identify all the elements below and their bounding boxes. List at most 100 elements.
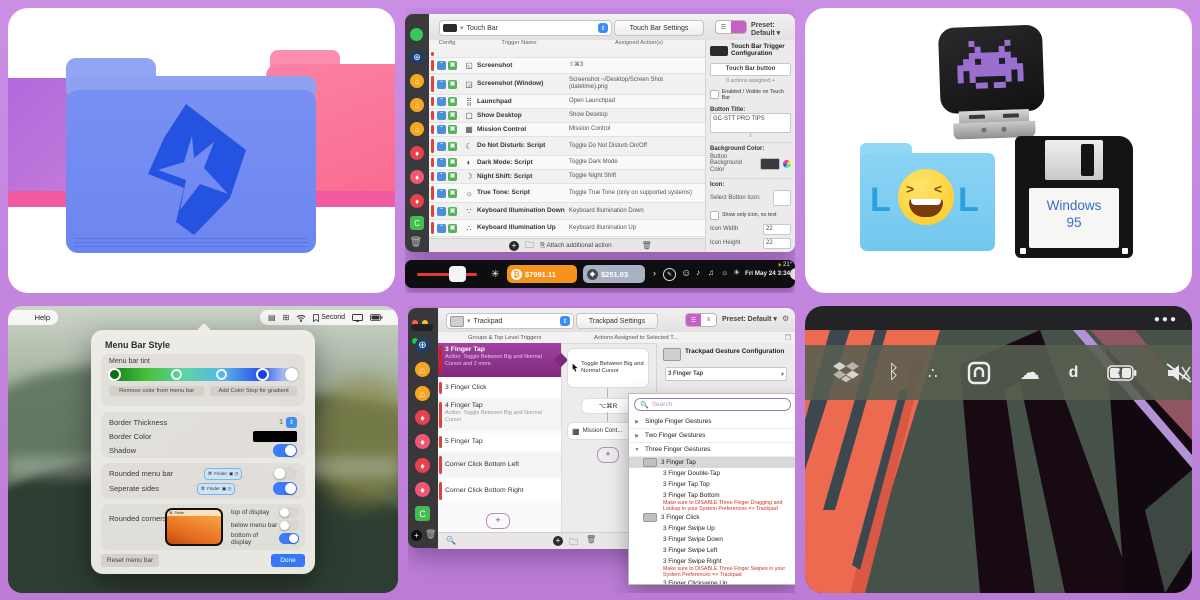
- border-thickness-stepper[interactable]: ⇕: [286, 417, 297, 428]
- color-stop[interactable]: [285, 368, 298, 381]
- disclosure-icon[interactable]: ▶: [629, 433, 645, 439]
- sidebar-home-icon[interactable]: ⌂: [415, 386, 430, 401]
- table-row[interactable]: ⌃▣⣿LaunchpadOpen Launchpad: [429, 95, 705, 109]
- table-row[interactable]: ⌃▣☾Do Not Disturb: ScriptToggle Do Not D…: [429, 137, 705, 156]
- add-trigger-button[interactable]: +: [509, 241, 519, 251]
- ethereum-price-widget[interactable]: ◆ $251.03: [583, 265, 645, 283]
- battery-icon[interactable]: [370, 314, 383, 321]
- list-view-segment[interactable]: ☰: [686, 314, 701, 326]
- gesture-item[interactable]: 3 Finger Swipe Right: [629, 556, 795, 566]
- bartender-second-item[interactable]: Second: [313, 314, 345, 322]
- list-view-segment[interactable]: ☰: [716, 21, 731, 33]
- clock-widget[interactable]: Fri May 24 3:34 PM: [745, 270, 795, 277]
- folder-icon[interactable]: 🗀: [569, 535, 578, 551]
- menubar-help-item[interactable]: Help: [8, 310, 58, 325]
- gesture-item[interactable]: 3 Finger Swipe Left: [629, 545, 795, 556]
- wifi-icon[interactable]: [296, 314, 306, 322]
- icon-width-input[interactable]: 22: [763, 224, 791, 235]
- slider-track[interactable]: [417, 273, 477, 276]
- volume-muted-icon[interactable]: [1166, 363, 1192, 383]
- table-row[interactable]: ⌃▣◱Screenshot⇧⌘3: [429, 58, 705, 74]
- gesture-item[interactable]: 3 Finger Swipe Down: [629, 534, 795, 545]
- sidebar-clips-icon[interactable]: C: [410, 216, 424, 230]
- color-stop[interactable]: [216, 369, 227, 380]
- sidebar-home-icon[interactable]: ⌂: [410, 122, 424, 136]
- sidebar-clips-icon[interactable]: C: [415, 506, 430, 521]
- done-button[interactable]: Done: [271, 554, 305, 567]
- sidebar-add-button[interactable]: +: [411, 530, 422, 541]
- brightness-icon[interactable]: ✳: [491, 269, 499, 280]
- gesture-item[interactable]: 3 Finger Click: [629, 512, 795, 523]
- cloud-icon[interactable]: ☁: [1020, 360, 1040, 385]
- trigger-type-field[interactable]: Touch Bar button: [710, 63, 791, 76]
- trigger-row-selected[interactable]: 3 Finger Tap Action: Toggle Between Big …: [438, 343, 561, 377]
- config-badge[interactable]: ▣: [448, 111, 457, 120]
- disclosure-icon[interactable]: ▼: [629, 447, 645, 453]
- sidebar-flame-icon[interactable]: ♦: [410, 170, 424, 184]
- compose-icon[interactable]: ✎: [663, 268, 676, 281]
- below-menu-bar-toggle[interactable]: [279, 520, 299, 531]
- delete-trigger-icon[interactable]: 🗑: [642, 241, 652, 250]
- grid-view-segment[interactable]: [731, 21, 746, 33]
- config-badge[interactable]: ⌃: [437, 172, 446, 181]
- battery-charging-icon[interactable]: [1107, 365, 1137, 381]
- trackpad-settings-button[interactable]: Trackpad Settings: [576, 313, 658, 329]
- show-only-icon-checkbox[interactable]: [710, 211, 719, 220]
- config-badge[interactable]: ⌃: [437, 224, 446, 233]
- touchbar-settings-button[interactable]: Touch Bar Settings: [614, 20, 704, 36]
- window-grid-icon[interactable]: ⊞: [283, 313, 290, 322]
- gesture-group[interactable]: ▶Single Finger Gestures: [629, 415, 795, 429]
- color-stop[interactable]: [171, 369, 182, 380]
- keyboard-brightness-icon[interactable]: ∴: [928, 364, 939, 382]
- add-action-pill[interactable]: +: [597, 447, 619, 463]
- border-color-swatch[interactable]: [253, 431, 297, 442]
- icon-height-input[interactable]: 22: [763, 238, 791, 249]
- trash-icon[interactable]: 🗑: [586, 535, 596, 544]
- gesture-item[interactable]: 3 Finger Tap Top: [629, 479, 795, 490]
- action-card[interactable]: Toggle Between Big and Normal Cursor: [567, 348, 649, 388]
- background-color-swatch[interactable]: [760, 158, 780, 170]
- gesture-item[interactable]: 3 Finger Clickswipe Up: [629, 578, 795, 585]
- attach-additional-action[interactable]: Attach additional action: [546, 242, 611, 249]
- add-trigger-pill[interactable]: +: [486, 513, 510, 529]
- table-row[interactable]: ⌃▣◐Dark Mode: ScriptToggle Dark Mode: [429, 156, 705, 170]
- detach-panel-icon[interactable]: ❐: [785, 334, 791, 342]
- select-icon-well[interactable]: [773, 190, 791, 206]
- gesture-group[interactable]: ▼Three Finger Gestures: [629, 443, 795, 457]
- trigger-row[interactable]: Corner Click Bottom Right: [438, 479, 561, 503]
- more-dots-icon[interactable]: ●●●: [1154, 314, 1178, 325]
- config-badge[interactable]: ⌃: [437, 80, 446, 89]
- config-badge[interactable]: ▣: [448, 172, 457, 181]
- volume-up-icon[interactable]: ♫: [708, 268, 714, 277]
- shortcut-card[interactable]: ⌥⌘R: [581, 398, 635, 414]
- sidebar-flame-icon[interactable]: ♦: [415, 458, 430, 473]
- picker-stepper[interactable]: ⇕: [560, 316, 570, 326]
- config-badge[interactable]: ⌃: [437, 125, 446, 134]
- sidebar-home-icon[interactable]: ⌂: [415, 362, 430, 377]
- grid-view-segment[interactable]: ≡: [701, 314, 716, 326]
- color-stop[interactable]: [108, 368, 121, 381]
- trigger-row[interactable]: 3 Finger Click: [438, 379, 561, 397]
- remove-color-button[interactable]: Remove color from menu bar: [109, 386, 204, 396]
- tint-gradient-slider[interactable]: [109, 368, 297, 381]
- config-badge[interactable]: ▣: [448, 158, 457, 167]
- picker-stepper[interactable]: ⇕: [598, 23, 608, 33]
- search-icon[interactable]: 🔍: [446, 536, 456, 545]
- brightness-up-icon[interactable]: ☀: [733, 268, 740, 277]
- table-row[interactable]: ⌃▣☽Night Shift: ScriptToggle Night Shift: [429, 170, 705, 184]
- table-row[interactable]: ⌃▣∴Keyboard Illumination UpKeyboard Illu…: [429, 220, 705, 237]
- view-mode-segmented[interactable]: ☰ ≡: [685, 313, 717, 327]
- sidebar-flame-icon[interactable]: ♦: [415, 410, 430, 425]
- config-badge[interactable]: ⌃: [437, 142, 446, 151]
- action-column-header[interactable]: Assigned Action(s): [573, 40, 705, 51]
- table-row-partial[interactable]: [429, 51, 705, 58]
- brightness-down-icon[interactable]: ☼: [721, 268, 728, 277]
- sidebar-trash-icon[interactable]: 🗑: [410, 236, 422, 248]
- separate-sides-toggle[interactable]: [273, 482, 297, 495]
- config-badge[interactable]: ▣: [448, 142, 457, 151]
- view-mode-segmented[interactable]: ☰: [715, 20, 747, 34]
- add-group-folder-icon[interactable]: 🗀: [525, 238, 534, 254]
- table-row[interactable]: ⌃▣☼True Tone: ScriptToggle True Tone (on…: [429, 184, 705, 203]
- slider-knob[interactable]: [449, 266, 466, 282]
- sidebar-flame-icon[interactable]: ♦: [410, 194, 424, 208]
